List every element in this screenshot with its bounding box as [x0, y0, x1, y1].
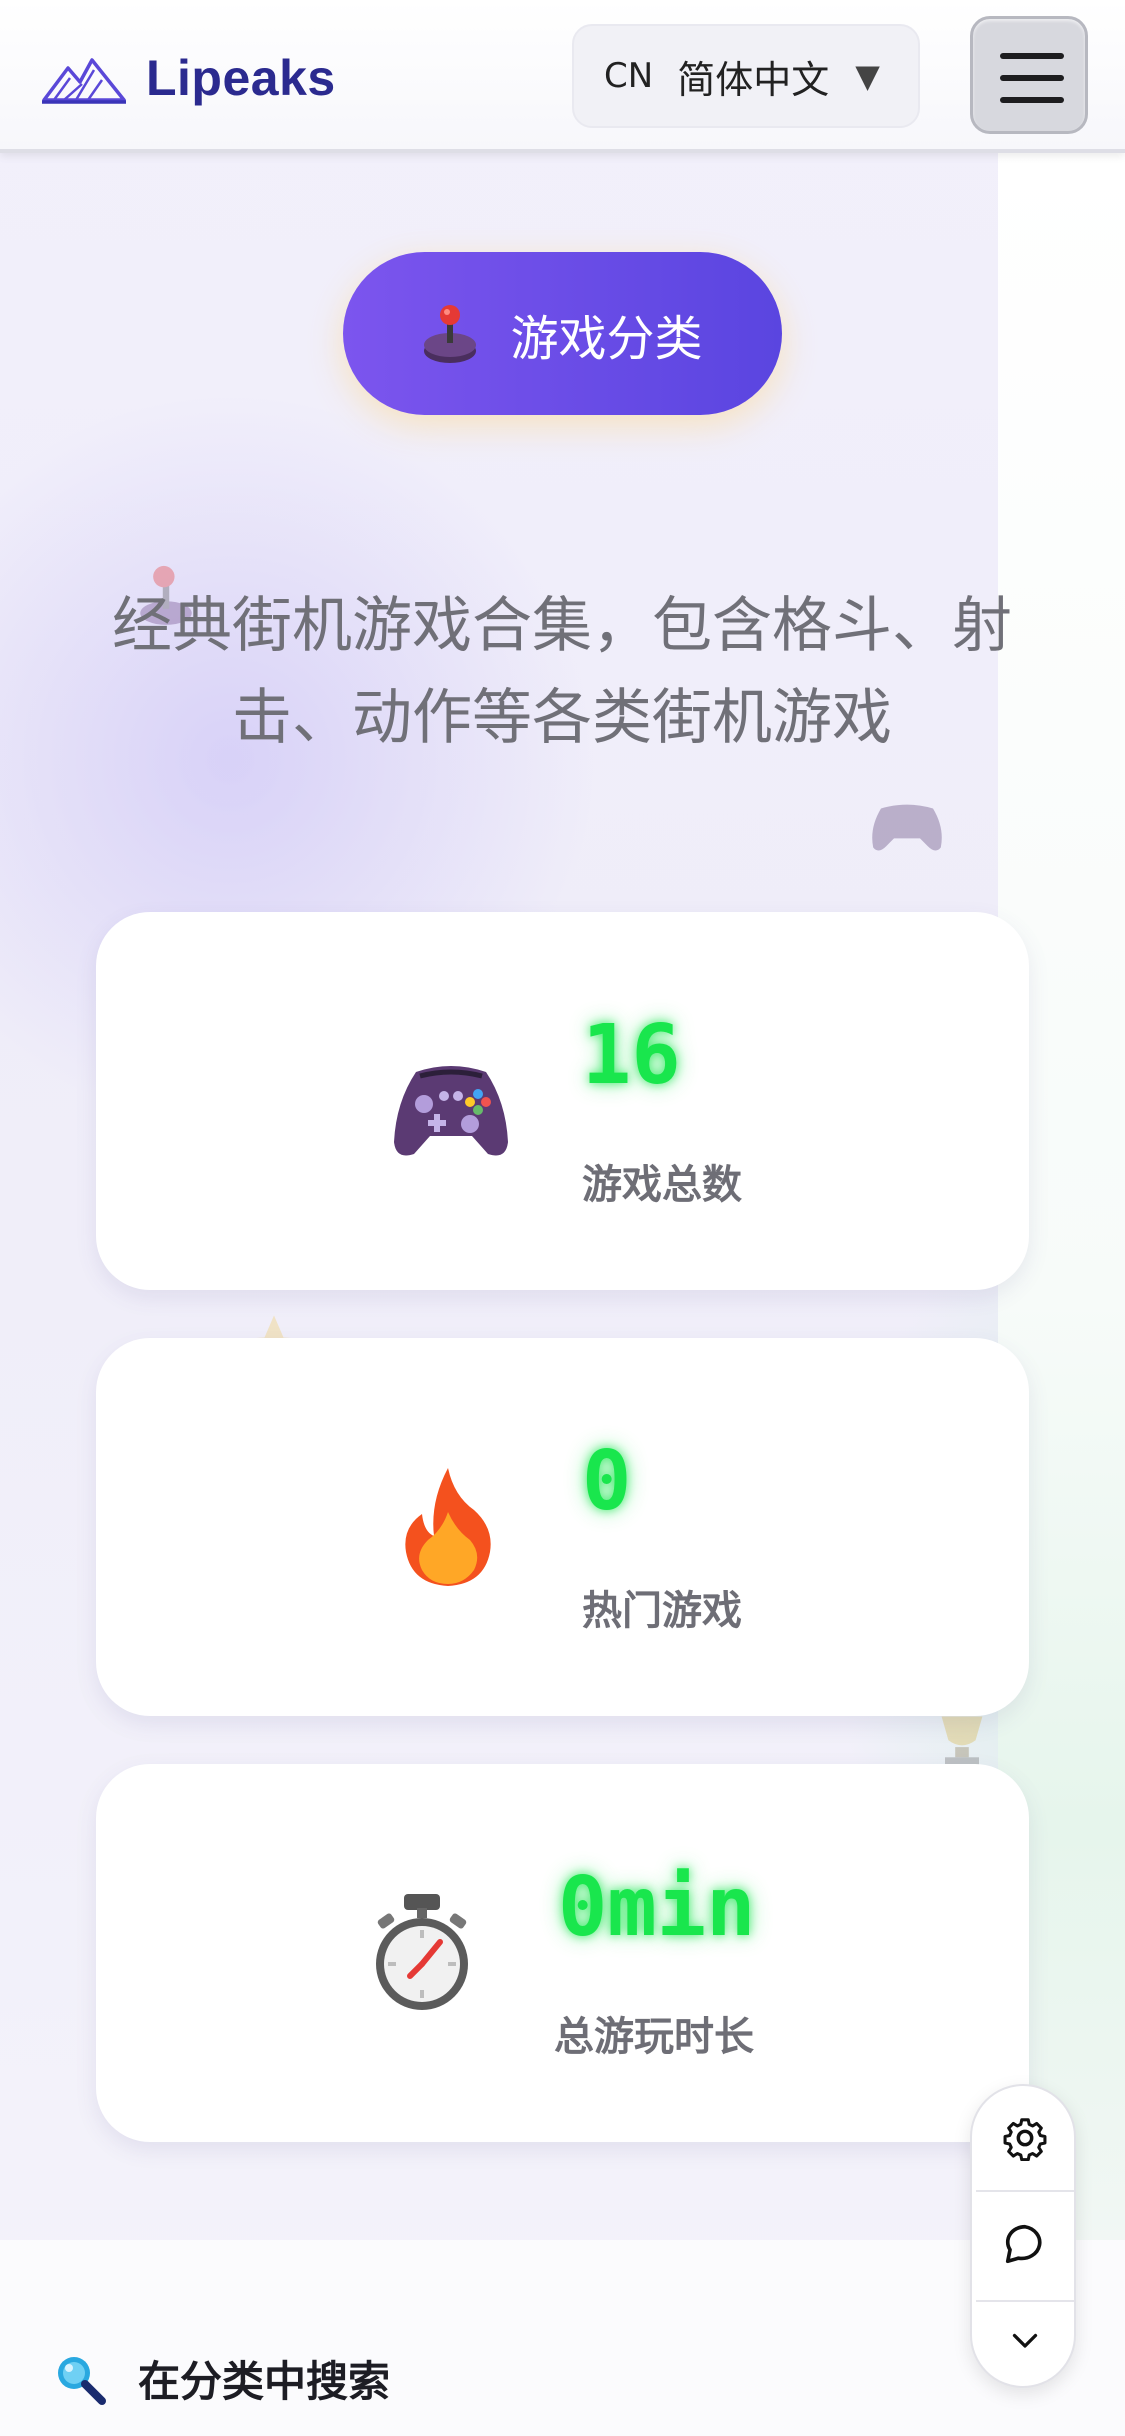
- brand-logo[interactable]: Lipeaks: [40, 48, 336, 108]
- language-name: 简体中文: [677, 57, 830, 102]
- language-selector[interactable]: CN 简体中文 ▼: [572, 24, 920, 128]
- stat-card-total-games: 16 游戏总数: [96, 912, 1029, 1290]
- hamburger-icon-line-top: [1000, 53, 1064, 59]
- gear-icon: [1003, 2118, 1047, 2161]
- hamburger-icon-line-bottom: [1000, 97, 1064, 103]
- play-time-value: 0min: [558, 1860, 756, 1955]
- dropdown-arrow-icon: ▼: [855, 57, 880, 95]
- settings-button[interactable]: [972, 2088, 1078, 2188]
- hot-games-label: 热门游戏: [582, 1588, 742, 1634]
- game-category-label: 游戏分类: [510, 310, 703, 367]
- chat-icon: [1005, 2224, 1042, 2264]
- total-games-label: 游戏总数: [582, 1162, 742, 1208]
- language-code: CN: [604, 56, 654, 96]
- magnifier-icon: [58, 2356, 106, 2405]
- collapse-button[interactable]: [972, 2290, 1078, 2390]
- description-line-1: 经典街机游戏合集，包含格斗、射: [112, 591, 1012, 661]
- gamepad-icon: [394, 1066, 508, 1156]
- chat-button[interactable]: [972, 2194, 1078, 2294]
- joystick-icon: [424, 304, 477, 363]
- faded-gamepad-icon: [872, 804, 942, 851]
- category-search-label: 在分类中搜索: [138, 2357, 391, 2406]
- category-search-row[interactable]: 在分类中搜索: [54, 2348, 390, 2409]
- menu-button[interactable]: [970, 16, 1088, 134]
- stat-card-play-time: 0min 总游玩时长: [96, 1764, 1029, 2142]
- category-description: 经典街机游戏合集，包含格斗、射 击、动作等各类街机游戏: [112, 580, 1012, 764]
- fire-icon: [405, 1468, 491, 1586]
- stat-card-hot-games: 0 热门游戏: [96, 1338, 1029, 1716]
- game-category-button[interactable]: 游戏分类: [343, 252, 782, 415]
- mountain-logo-icon: [42, 58, 126, 104]
- hot-games-value: 0: [582, 1434, 632, 1529]
- description-line-2: 击、动作等各类街机游戏: [232, 683, 892, 753]
- play-time-label: 总游玩时长: [554, 2014, 754, 2060]
- faded-trophy-icon: [941, 1716, 983, 1768]
- floating-action-menu: [970, 2084, 1076, 2388]
- top-header: Lipeaks CN 简体中文 ▼: [0, 0, 1125, 153]
- total-games-value: 16: [582, 1008, 681, 1103]
- brand-name: Lipeaks: [146, 50, 336, 106]
- chevron-down-icon: [1012, 2333, 1038, 2348]
- hamburger-icon-line-middle: [1000, 75, 1064, 81]
- stopwatch-icon: [376, 1894, 468, 2010]
- float-menu-divider: [976, 2190, 1074, 2192]
